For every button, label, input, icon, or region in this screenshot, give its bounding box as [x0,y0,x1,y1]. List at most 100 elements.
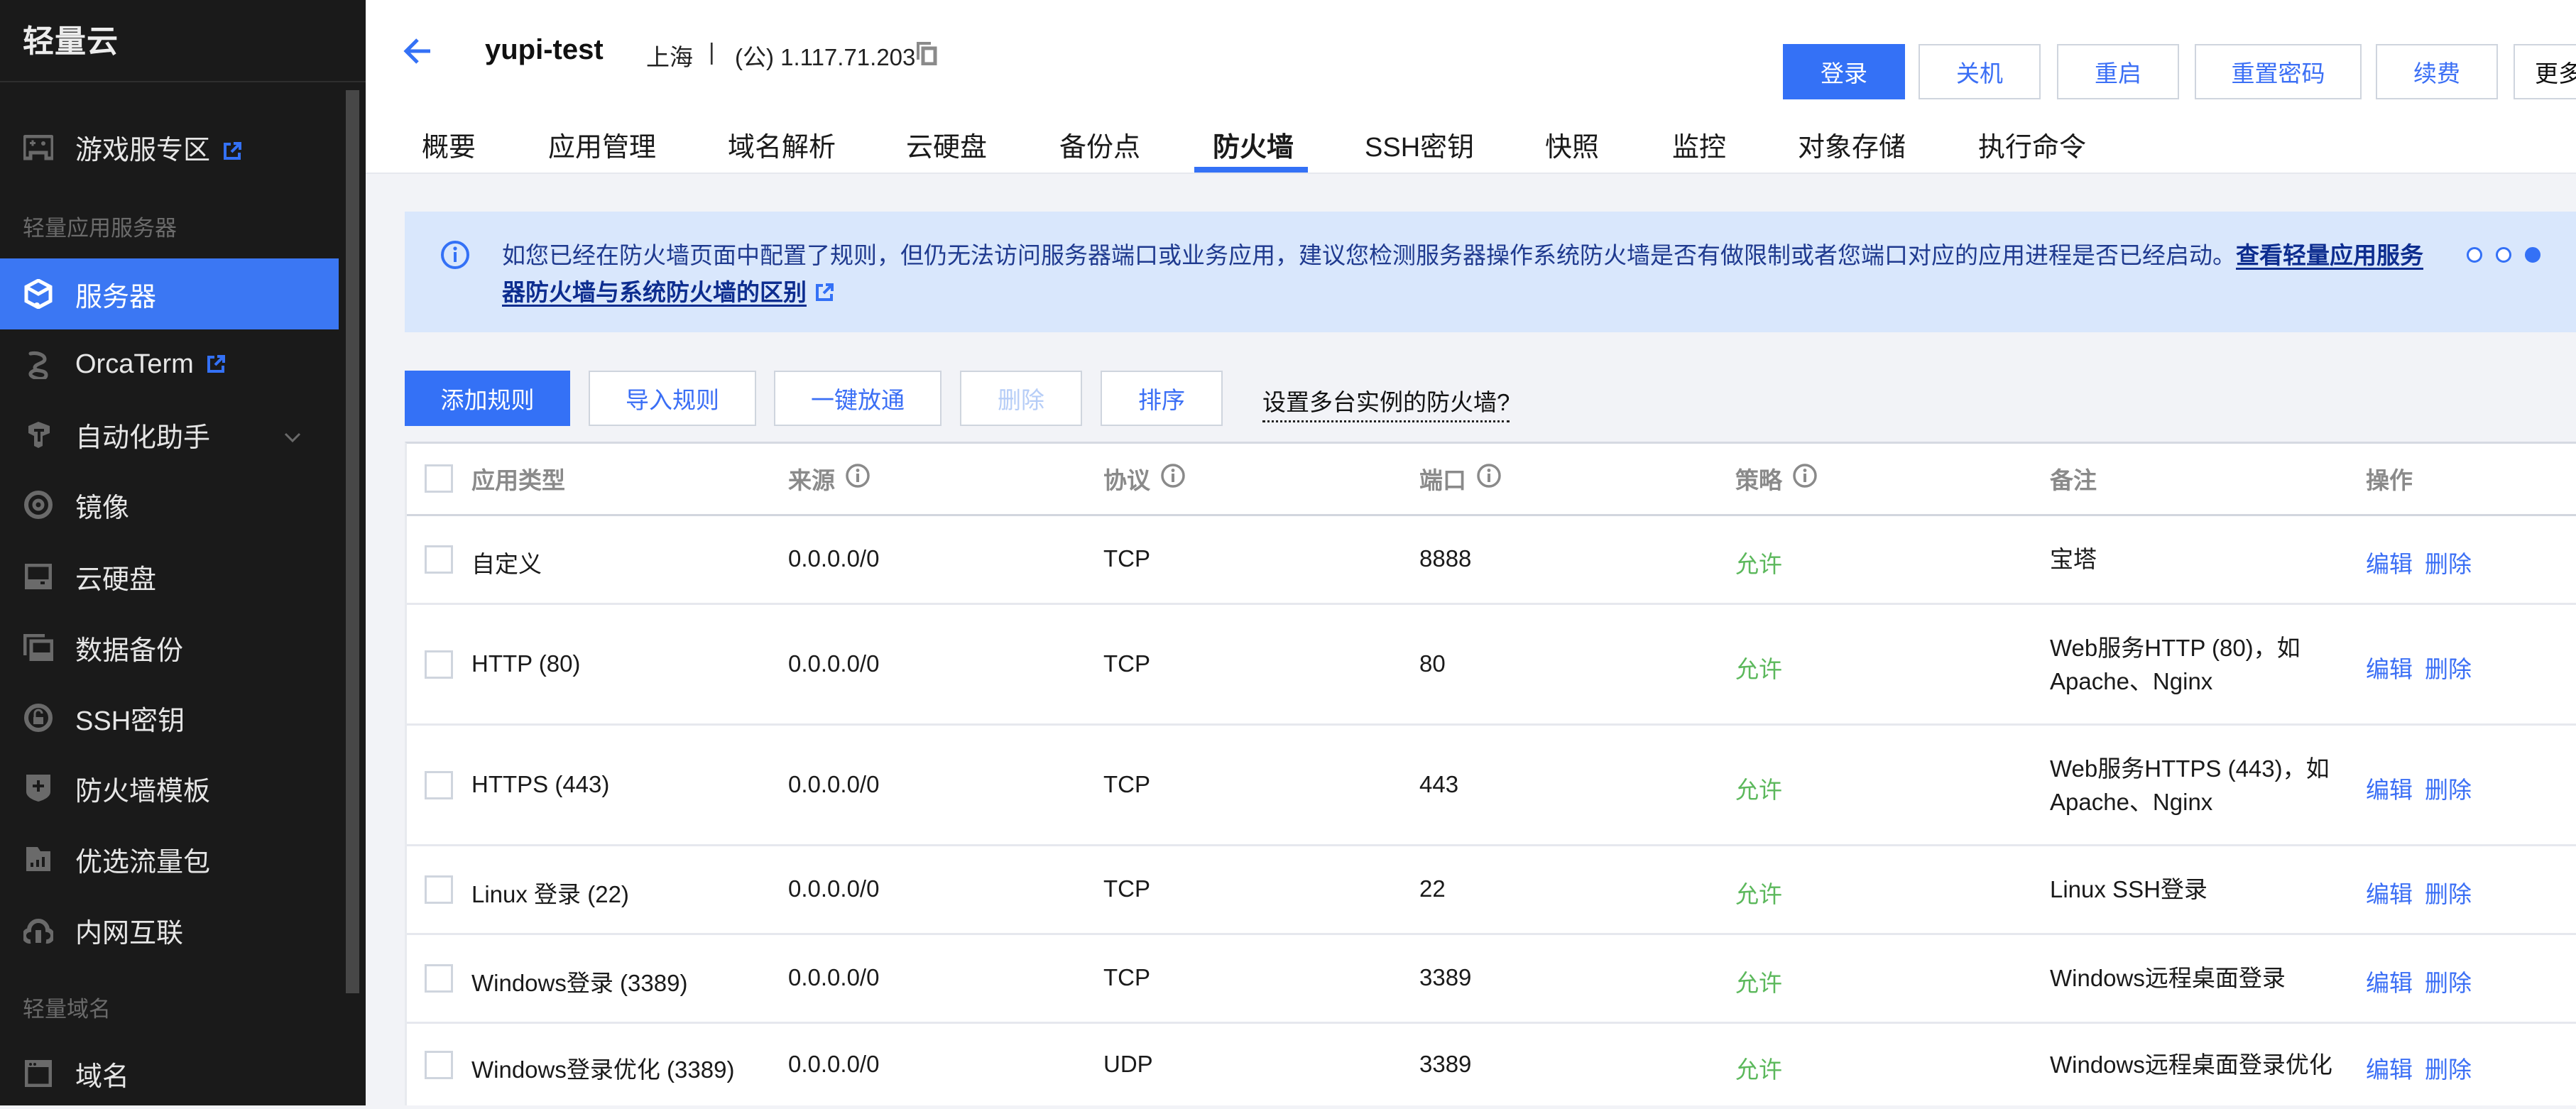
banner-pager-dot-3[interactable] [2525,247,2540,263]
banner-pager-dot-2[interactable] [2496,247,2511,263]
banner-pager-dot-1[interactable] [2467,247,2482,263]
edit-rule-link[interactable]: 编辑 [2366,771,2413,805]
delete-rule-link[interactable]: 删除 [2425,771,2472,805]
select-all-checkbox[interactable] [425,464,453,493]
tab-firewall[interactable]: 防火墙 [1213,125,1294,164]
info-circle-icon[interactable] [1792,463,1818,494]
cell-note: Windows远程桌面登录优化 [2050,1051,2332,1078]
sidebar-item-ssh-key[interactable]: SSH密钥 [0,682,339,753]
automation-icon [23,419,54,450]
login-button[interactable]: 登录 [1783,44,1905,99]
delete-rule-link[interactable]: 删除 [2425,650,2472,684]
delete-rules-button[interactable]: 删除 [960,371,1082,426]
sidebar-item-label: 自动化助手 [75,422,211,453]
info-circle-icon[interactable] [845,463,871,494]
external-link-icon [207,350,225,381]
tab-run-command[interactable]: 执行命令 [1978,125,2086,164]
tab-snapshot[interactable]: 快照 [1545,125,1599,164]
sidebar-item-traffic-package[interactable]: 优选流量包 [0,824,339,895]
sidebar-scrollbar[interactable] [346,90,359,993]
cell-policy: 允许 [1735,551,1782,577]
gamepad-icon [23,132,54,163]
column-header-note: 备注 [2050,467,2097,493]
instance-name: yupi-test [485,34,604,65]
sidebar-item-label: 镜像 [75,493,130,523]
tab-dns[interactable]: 域名解析 [728,125,836,164]
row-checkbox[interactable] [425,875,453,904]
sort-button[interactable]: 排序 [1101,371,1223,426]
cell-policy: 允许 [1735,776,1782,803]
shutdown-button[interactable]: 关机 [1919,44,2041,99]
cell-port: 3389 [1419,964,1472,990]
row-checkbox[interactable] [425,964,453,993]
restart-button[interactable]: 重启 [2057,44,2179,99]
cell-port: 22 [1419,875,1446,902]
cell-protocol: TCP [1103,545,1150,572]
sidebar-item-label: 优选流量包 [75,847,211,878]
cell-source: 0.0.0.0/0 [788,770,880,797]
row-checkbox[interactable] [425,770,453,799]
info-circle-icon[interactable] [1160,463,1186,494]
tab-cloud-disk[interactable]: 云硬盘 [906,125,987,164]
cell-protocol: TCP [1103,964,1150,990]
cell-protocol: TCP [1103,650,1150,677]
row-checkbox[interactable] [425,650,453,679]
tab-backup[interactable]: 备份点 [1059,125,1140,164]
copy-icon[interactable] [916,41,937,69]
tab-object-storage[interactable]: 对象存储 [1798,125,1906,164]
sidebar-item-firewall-template[interactable]: 防火墙模板 [0,753,339,824]
reset-password-button[interactable]: 重置密码 [2195,44,2362,99]
delete-rule-link[interactable]: 删除 [2425,964,2472,998]
add-rule-button[interactable]: 添加规则 [405,371,570,426]
cell-port: 80 [1419,650,1446,677]
row-divider [407,844,2576,846]
sidebar-item-data-backup[interactable]: 数据备份 [0,612,339,683]
sidebar-item-automation[interactable]: 自动化助手 [0,399,339,470]
sidebar-item-server[interactable]: 服务器 [0,258,339,329]
edit-rule-link[interactable]: 编辑 [2366,964,2413,998]
delete-rule-link[interactable]: 删除 [2425,875,2472,909]
cell-source: 0.0.0.0/0 [788,964,880,990]
delete-rule-link[interactable]: 删除 [2425,545,2472,579]
sidebar-item-intranet[interactable]: 内网互联 [0,895,339,966]
cloud-link-icon [23,914,54,946]
edit-rule-link[interactable]: 编辑 [2366,545,2413,579]
tab-app-management[interactable]: 应用管理 [548,125,656,164]
edit-rule-link[interactable]: 编辑 [2366,650,2413,684]
cell-note: Web服务HTTP (80)，如 Apache、Nginx [2050,634,2301,694]
import-rules-button[interactable]: 导入规则 [589,371,756,426]
external-link-icon [815,275,834,312]
info-icon [440,240,470,273]
cell-app-type: Windows登录优化 (3389) [471,1056,735,1083]
multi-instance-firewall-help[interactable]: 设置多台实例的防火墙? [1262,383,1510,422]
delete-rule-link[interactable]: 删除 [2425,1051,2472,1085]
sidebar-item-label: 内网互联 [75,918,184,949]
cell-policy: 允许 [1735,655,1782,682]
cell-app-type: Windows登录 (3389) [471,970,688,996]
renew-button[interactable]: 续费 [2376,44,2498,99]
disk-icon [23,561,54,592]
edit-rule-link[interactable]: 编辑 [2366,875,2413,909]
cell-policy: 允许 [1735,970,1782,996]
sidebar-item-orcaterm[interactable]: OrcaTerm [0,329,339,400]
cell-port: 443 [1419,770,1459,797]
sidebar-item-label: 云硬盘 [75,564,157,595]
sidebar-item-cloud-disk[interactable]: 云硬盘 [0,541,339,612]
one-click-open-button[interactable]: 一键放通 [774,371,942,426]
edit-rule-link[interactable]: 编辑 [2366,1051,2413,1085]
tab-overview[interactable]: 概要 [422,125,476,164]
more-button[interactable]: 更多 [2514,44,2576,99]
backup-icon [23,632,54,663]
back-arrow-icon[interactable] [403,37,432,69]
info-circle-icon[interactable] [1476,463,1502,494]
sidebar-item-game-server[interactable]: 游戏服专区 [0,112,339,183]
sidebar-item-domain[interactable]: 域名 [0,1038,339,1109]
sidebar-item-image[interactable]: 镜像 [0,469,339,540]
chevron-down-icon[interactable] [284,420,301,450]
tab-monitor[interactable]: 监控 [1672,125,1726,164]
row-checkbox[interactable] [425,545,453,574]
tab-ssh-key[interactable]: SSH密钥 [1365,125,1474,164]
sidebar-group-domain: 轻量域名 [23,997,111,1022]
row-checkbox[interactable] [425,1050,453,1079]
sidebar-item-label: 游戏服专区 [75,136,211,166]
